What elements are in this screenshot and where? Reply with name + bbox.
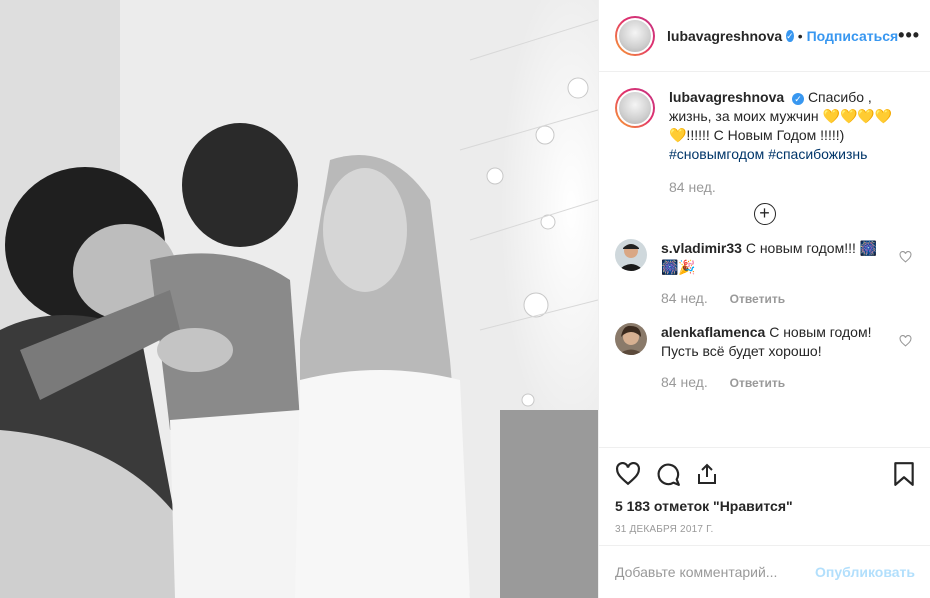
comment-body: s.vladimir33 С новым годом!!! 🎆🎆🎉 84 нед… [661,239,887,309]
author-username[interactable]: lubavagreshnova [667,28,782,44]
comment-item: alenkaflamenca С новым годом! Пусть всё … [615,323,914,393]
load-more-comments[interactable]: + [615,203,914,225]
comment-age[interactable]: 84 нед. [661,290,708,306]
likes-count[interactable]: 5 183 отметок "Нравится" [615,498,915,514]
post-side-panel: lubavagreshnova ✓ • Подписаться ••• luba… [598,0,930,598]
commenter-avatar[interactable] [615,323,647,355]
family-photo [0,0,598,598]
comment-username[interactable]: s.vladimir33 [661,240,742,256]
like-heart-icon[interactable] [615,462,641,486]
comment-meta: 84 нед. Ответить [661,373,887,393]
post-photo[interactable] [0,0,598,598]
comment-body: alenkaflamenca С новым годом! Пусть всё … [661,323,887,393]
reply-button[interactable]: Ответить [730,292,785,306]
post-date[interactable]: 31 ДЕКАБРЯ 2017 Г. [615,524,915,535]
caption-body: lubavagreshnova ✓ Спасибо , жизнь, за мо… [669,88,914,197]
caption-username[interactable]: lubavagreshnova [669,89,784,105]
publish-button[interactable]: Опубликовать [815,564,915,580]
comment-meta: 84 нед. Ответить [661,289,887,309]
comment-like-heart-icon[interactable] [899,335,912,347]
caption-age[interactable]: 84 нед. [669,178,914,197]
comment-username[interactable]: alenkaflamenca [661,324,765,340]
instagram-post: lubavagreshnova ✓ • Подписаться ••• luba… [0,0,930,598]
separator-dot: • [797,27,803,44]
verified-badge-icon: ✓ [786,29,794,42]
comment-age[interactable]: 84 нед. [661,374,708,390]
post-caption: lubavagreshnova ✓ Спасибо , жизнь, за мо… [615,88,914,197]
post-header: lubavagreshnova ✓ • Подписаться ••• [599,0,930,72]
hashtag-link[interactable]: #спасибожизнь [768,146,867,162]
action-icons [615,460,915,488]
hashtag-link[interactable]: #сновымгодом [669,146,764,162]
author-avatar[interactable] [615,15,655,56]
more-options-icon[interactable]: ••• [898,25,920,46]
comment-bubble-icon[interactable] [655,461,681,487]
comment-input[interactable] [615,564,815,580]
commenter-avatar[interactable] [615,239,647,271]
add-comment-bar: Опубликовать [599,545,930,598]
post-actions: 5 183 отметок "Нравится" 31 ДЕКАБРЯ 2017… [599,447,930,535]
verified-badge-icon: ✓ [792,93,805,105]
bookmark-icon[interactable] [893,461,915,487]
share-icon[interactable] [695,462,719,486]
follow-button[interactable]: Подписаться [807,28,899,44]
comment-item: s.vladimir33 С новым годом!!! 🎆🎆🎉 84 нед… [615,239,914,309]
comment-like-heart-icon[interactable] [899,251,912,263]
caption-author-avatar[interactable] [615,88,655,128]
reply-button[interactable]: Ответить [730,376,785,390]
plus-circle-icon[interactable]: + [753,203,776,225]
comments-list: lubavagreshnova ✓ Спасибо , жизнь, за мо… [599,72,930,393]
